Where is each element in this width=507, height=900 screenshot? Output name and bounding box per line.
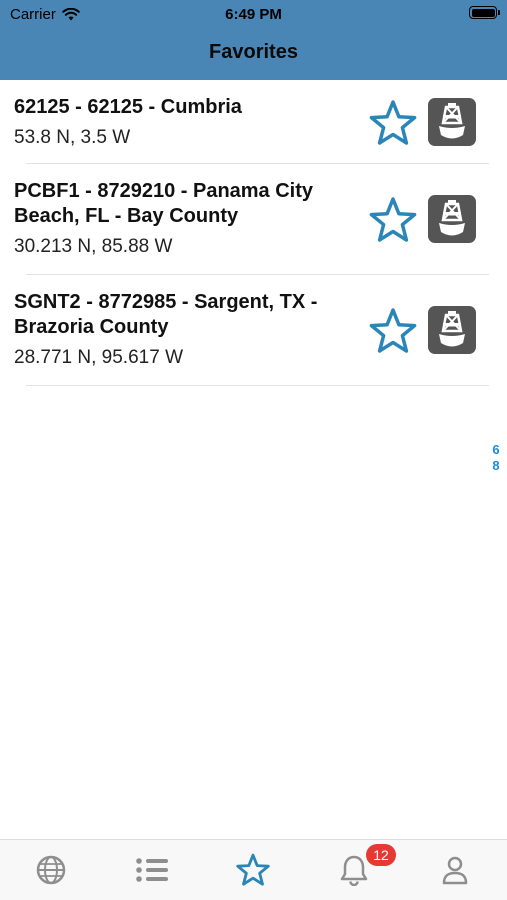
star-icon xyxy=(369,100,417,145)
tab-map[interactable] xyxy=(31,850,71,890)
page-title: Favorites xyxy=(209,41,298,63)
station-coords: 30.213 N, 85.88 W xyxy=(14,236,173,257)
buoy-icon xyxy=(439,103,465,139)
section-index[interactable]: 6 8 xyxy=(489,442,503,474)
buoy-button[interactable] xyxy=(428,306,476,354)
favorites-list: 62125 - 62125 - Cumbria 53.8 N, 3.5 W PC… xyxy=(0,80,507,386)
favorite-star-button[interactable] xyxy=(368,195,418,245)
bell-icon xyxy=(340,855,368,886)
tab-bar xyxy=(0,839,507,900)
row-divider xyxy=(26,385,489,386)
list-icon xyxy=(136,858,168,882)
station-name: PCBF1 - 8729210 - Panama City Beach, FL … xyxy=(14,180,314,227)
buoy-icon xyxy=(439,311,465,347)
star-icon xyxy=(236,853,270,886)
station-name: 62125 - 62125 - Cumbria xyxy=(14,96,242,118)
list-item[interactable]: PCBF1 - 8729210 - Panama City Beach, FL … xyxy=(0,164,507,275)
nav-header: Carrier 6:49 PM Favorites xyxy=(0,0,507,80)
buoy-button[interactable] xyxy=(428,98,476,146)
tab-list[interactable] xyxy=(132,850,172,890)
index-letter[interactable]: 8 xyxy=(489,458,503,474)
favorite-star-button[interactable] xyxy=(368,306,418,356)
index-letter[interactable]: 6 xyxy=(489,442,503,458)
alerts-badge: 12 xyxy=(366,844,396,866)
person-icon xyxy=(442,856,468,885)
tab-favorites[interactable] xyxy=(233,850,273,890)
buoy-button[interactable] xyxy=(428,195,476,243)
status-bar: Carrier 6:49 PM xyxy=(0,0,507,28)
list-item[interactable]: SGNT2 - 8772985 - Sargent, TX - Brazoria… xyxy=(0,275,507,386)
star-icon xyxy=(369,197,417,242)
station-coords: 53.8 N, 3.5 W xyxy=(14,127,131,148)
list-item[interactable]: 62125 - 62125 - Cumbria 53.8 N, 3.5 W xyxy=(0,80,507,164)
tab-profile[interactable] xyxy=(435,850,475,890)
status-time: 6:49 PM xyxy=(225,6,282,23)
battery-icon xyxy=(469,6,500,19)
station-coords: 28.771 N, 95.617 W xyxy=(14,347,183,368)
globe-icon xyxy=(36,855,66,885)
buoy-icon xyxy=(439,200,465,236)
star-icon xyxy=(369,308,417,353)
station-name: SGNT2 - 8772985 - Sargent, TX - Brazoria… xyxy=(14,291,318,338)
favorite-star-button[interactable] xyxy=(368,98,418,148)
